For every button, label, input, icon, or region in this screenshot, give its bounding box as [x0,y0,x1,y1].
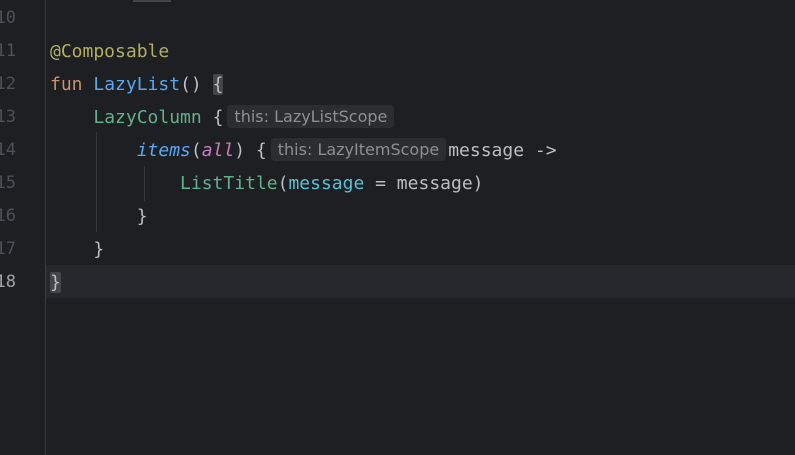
composable-call-token: ListTitle [180,173,278,194]
code-line-18[interactable]: } [50,266,795,299]
line-number[interactable]: 15 [0,167,40,200]
code-line-17[interactable]: } [50,233,795,266]
matched-brace: } [50,272,61,293]
line-number[interactable]: 10 [0,2,40,35]
code-editor[interactable]: 10 11 12 13 14 15 16 17 18 @Composable f… [0,0,795,455]
annotation-token: @Composable [50,41,170,62]
brace-token: } [93,239,105,260]
line-number[interactable]: 14 [0,134,40,167]
code-line-13[interactable]: LazyColumn {this: LazyListScope [50,101,795,134]
punctuation-token: () [180,74,213,95]
named-argument-token: message [288,173,365,194]
function-name-token: LazyList [93,74,181,95]
line-number[interactable]: 13 [0,101,40,134]
code-line-11[interactable]: @Composable [50,35,795,68]
code-line-15[interactable]: ListTitle(message = message) [50,167,795,200]
code-area[interactable]: @Composable fun LazyList() { LazyColumn … [50,2,795,299]
inlay-hint: this: LazyItemScope [270,138,447,161]
matched-brace: { [212,74,224,95]
code-line-12[interactable]: fun LazyList() { [50,68,795,101]
function-call-token: items [136,140,191,161]
argument-value-token: = message) [364,173,484,194]
gutter-separator [45,0,46,455]
code-line-16[interactable]: } [50,200,795,233]
line-number-active[interactable]: 18 [0,266,40,299]
inlay-hint: this: LazyListScope [227,105,395,128]
line-number[interactable]: 16 [0,200,40,233]
parameter-token: all [201,140,235,161]
line-number-gutter[interactable]: 10 11 12 13 14 15 16 17 18 [0,2,40,299]
code-line-10[interactable] [50,2,795,35]
lambda-param-token: message -> [448,140,557,161]
brace-token: } [136,206,148,227]
punctuation-token: ( [190,140,202,161]
punctuation-token: ) { [234,140,267,161]
composable-call-token: LazyColumn [93,107,202,128]
line-number[interactable]: 17 [0,233,40,266]
punctuation-token: ( [277,173,289,194]
line-number[interactable]: 12 [0,68,40,101]
brace-token: { [201,107,224,128]
line-number[interactable]: 11 [0,35,40,68]
code-line-14[interactable]: items(all) {this: LazyItemScope message -… [50,134,795,167]
keyword-token: fun [50,74,83,95]
